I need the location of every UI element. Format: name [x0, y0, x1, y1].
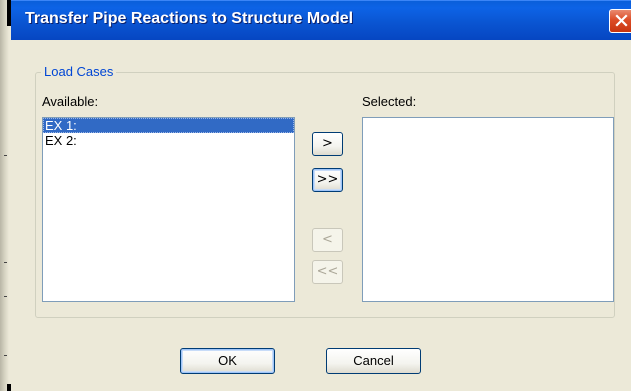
- window-title: Transfer Pipe Reactions to Structure Mod…: [25, 10, 354, 27]
- add-button[interactable]: >: [312, 132, 343, 156]
- selected-label: Selected:: [362, 94, 417, 109]
- edge-marker: [7, 384, 11, 391]
- cancel-button[interactable]: Cancel: [326, 348, 421, 374]
- load-cases-group-label: Load Cases: [41, 64, 117, 79]
- ok-button[interactable]: OK: [180, 348, 275, 374]
- list-item[interactable]: EX 1:: [43, 118, 294, 133]
- edge-tick: [4, 296, 7, 297]
- background-window-edge: [0, 0, 11, 391]
- remove-all-button[interactable]: <<: [312, 260, 343, 284]
- title-bar[interactable]: Transfer Pipe Reactions to Structure Mod…: [11, 0, 631, 40]
- edge-tick: [4, 355, 7, 356]
- edge-tick: [4, 262, 7, 263]
- close-icon: [615, 14, 628, 27]
- list-item[interactable]: EX 2:: [43, 133, 294, 148]
- available-listbox[interactable]: EX 1: EX 2:: [42, 117, 295, 302]
- close-button[interactable]: [609, 9, 631, 33]
- available-label: Available:: [42, 94, 99, 109]
- edge-tick: [4, 155, 7, 156]
- remove-button[interactable]: <: [312, 228, 343, 252]
- add-all-button[interactable]: >>: [312, 168, 343, 192]
- selected-listbox[interactable]: [362, 117, 614, 302]
